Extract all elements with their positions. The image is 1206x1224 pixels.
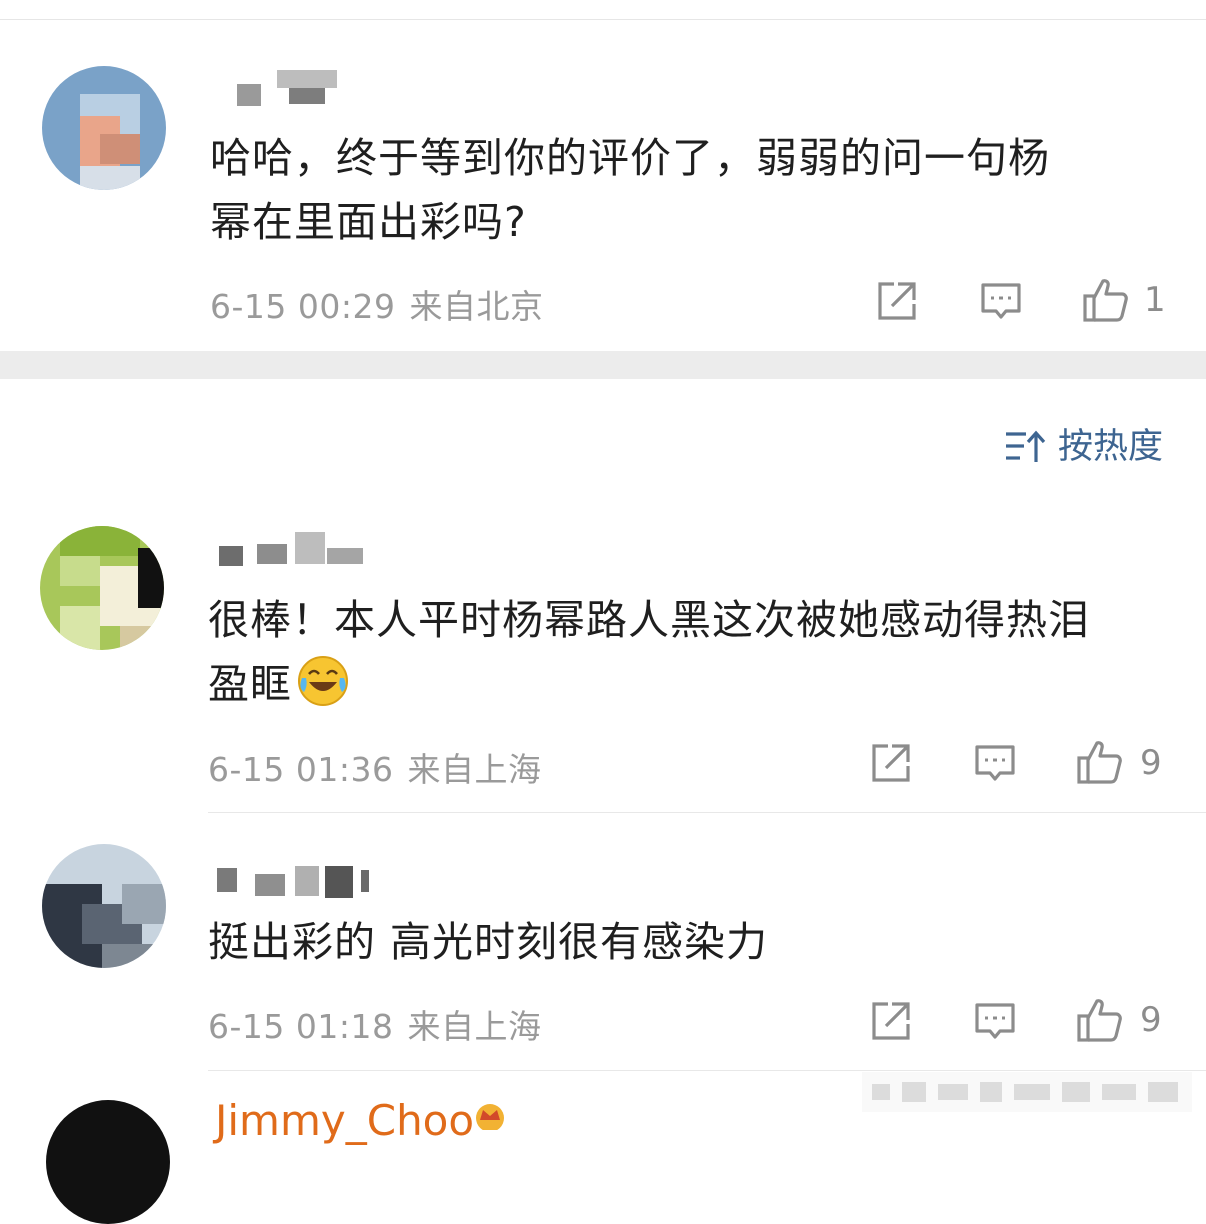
comment-text-fragment: 盈眶 (208, 660, 292, 708)
comment-text: 挺出彩的 高光时刻很有感染力 (208, 910, 768, 974)
avatar[interactable] (42, 66, 166, 190)
sort-label: 按热度 (1058, 427, 1164, 467)
username[interactable]: Jimmy_Choo (215, 1096, 474, 1145)
like-count: 1 (1144, 280, 1166, 320)
username-blurred[interactable] (215, 70, 375, 110)
comment-icon (975, 1003, 1015, 1039)
avatar[interactable] (40, 526, 164, 650)
thumbs-up-icon (1083, 279, 1128, 322)
comment-text-line: 哈哈，终于等到你的评价了，弱弱的问一句杨 (210, 134, 1050, 182)
thumbs-up-icon (1077, 999, 1122, 1042)
like-button[interactable] (1076, 738, 1122, 784)
share-button[interactable] (868, 740, 914, 786)
comment-button[interactable] (978, 278, 1024, 324)
thumbs-up-icon (1077, 741, 1122, 784)
avatar[interactable] (42, 844, 166, 968)
like-button[interactable] (1082, 276, 1128, 322)
like-button[interactable] (1076, 996, 1122, 1042)
sort-icon (1006, 430, 1046, 462)
like-count: 9 (1140, 743, 1162, 783)
watermark (862, 1072, 1192, 1112)
comment-location: 来自上海 (407, 750, 542, 789)
comment-icon (981, 283, 1021, 319)
comment-button[interactable] (972, 740, 1018, 786)
comment-divider (208, 812, 1206, 813)
avatar[interactable] (46, 1100, 170, 1224)
comment-button[interactable] (972, 998, 1018, 1044)
comment-time: 6-15 00:29 (210, 287, 396, 326)
share-icon (878, 282, 916, 320)
comment-meta: 6-15 00:29 来自北京 (210, 280, 544, 328)
comment-text-line: 盈眶 (208, 652, 1090, 716)
comment-time: 6-15 01:36 (208, 750, 394, 789)
crown-badge-icon (476, 1104, 504, 1130)
laughing-crying-emoji-icon (298, 656, 348, 706)
share-icon (872, 744, 910, 782)
share-button[interactable] (868, 998, 914, 1044)
comment-location: 来自北京 (409, 287, 544, 326)
section-separator (0, 351, 1206, 379)
comment-text-line: 挺出彩的 高光时刻很有感染力 (208, 918, 769, 966)
comment-text-line: 幂在里面出彩吗? (210, 198, 527, 246)
comment-text: 很棒！本人平时杨幂路人黑这次被她感动得热泪 盈眶 (208, 588, 1090, 716)
comment-location: 来自上海 (407, 1007, 542, 1046)
comment-text-line: 很棒！本人平时杨幂路人黑这次被她感动得热泪 (208, 596, 1090, 644)
username-blurred[interactable] (215, 860, 375, 900)
comment-icon (975, 745, 1015, 781)
top-divider (0, 19, 1206, 20)
comment-time: 6-15 01:18 (208, 1007, 394, 1046)
comment-meta: 6-15 01:36 来自上海 (208, 743, 542, 791)
share-icon (872, 1002, 910, 1040)
like-count: 9 (1140, 1000, 1162, 1040)
comment-text: 哈哈，终于等到你的评价了，弱弱的问一句杨 幂在里面出彩吗? (210, 126, 1050, 254)
comment-divider (208, 1070, 1206, 1071)
comment-meta: 6-15 01:18 来自上海 (208, 1000, 542, 1048)
username-blurred[interactable] (215, 526, 375, 566)
share-button[interactable] (874, 278, 920, 324)
